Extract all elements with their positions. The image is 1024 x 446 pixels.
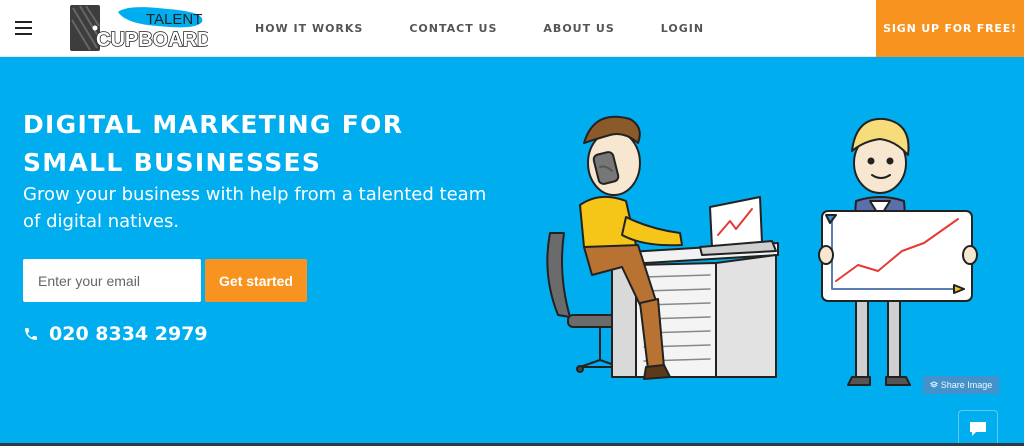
hero-subtitle-line1: Grow your business with help from a tale… bbox=[23, 184, 487, 205]
signup-button[interactable]: SIGN UP FOR FREE! bbox=[876, 0, 1024, 57]
site-logo[interactable]: TALENT CUPBOARD bbox=[68, 2, 212, 54]
phone-icon bbox=[25, 328, 37, 340]
hero-title: DIGITAL MARKETING FOR SMALL BUSINESSES bbox=[23, 106, 493, 182]
top-navbar: TALENT CUPBOARD HOW IT WORKS CONTACT US … bbox=[0, 0, 1024, 57]
hero-illustration bbox=[546, 115, 978, 386]
hero-subtitle-line2: of digital natives. bbox=[23, 211, 180, 232]
share-image-button[interactable]: Share Image bbox=[923, 376, 999, 394]
nav-about-us[interactable]: ABOUT US bbox=[543, 22, 614, 35]
main-nav: HOW IT WORKS CONTACT US ABOUT US LOGIN bbox=[255, 0, 750, 57]
layers-icon bbox=[929, 381, 938, 388]
hero-subtitle: Grow your business with help from a tale… bbox=[23, 181, 493, 235]
get-started-button[interactable]: Get started bbox=[205, 259, 307, 302]
email-input[interactable] bbox=[23, 259, 201, 302]
phone-number: 020 8334 2979 bbox=[49, 323, 208, 345]
nav-contact-us[interactable]: CONTACT US bbox=[409, 22, 497, 35]
logo-text-bottom: CUPBOARD bbox=[96, 29, 208, 51]
logo-text-top: TALENT bbox=[146, 11, 202, 28]
nav-login[interactable]: LOGIN bbox=[661, 22, 704, 35]
phone-contact[interactable]: 020 8334 2979 bbox=[23, 323, 208, 345]
chat-icon bbox=[970, 421, 986, 436]
chat-widget-button[interactable] bbox=[958, 410, 998, 446]
share-image-label: Share Image bbox=[940, 380, 993, 390]
menu-icon[interactable] bbox=[15, 21, 32, 35]
nav-how-it-works[interactable]: HOW IT WORKS bbox=[255, 22, 363, 35]
hero-title-line2: SMALL BUSINESSES bbox=[23, 148, 322, 177]
hero-title-line1: DIGITAL MARKETING FOR bbox=[23, 110, 404, 139]
